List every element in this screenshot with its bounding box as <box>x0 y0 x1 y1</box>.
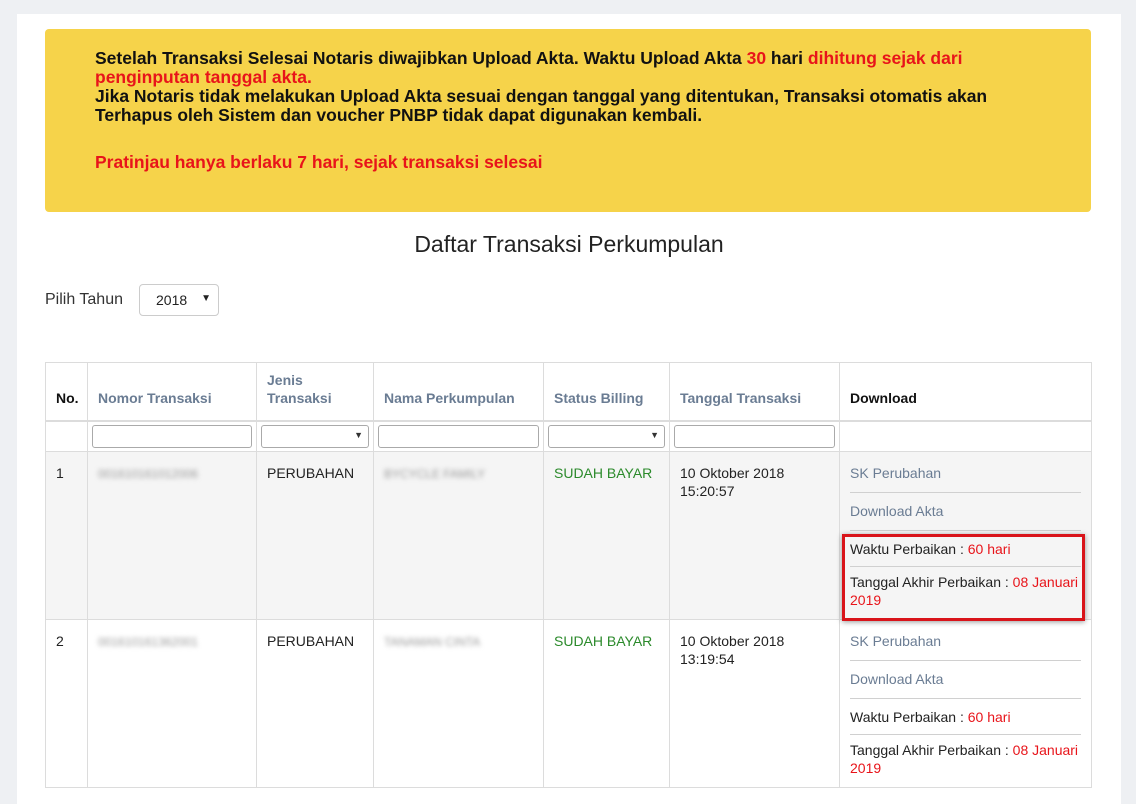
row-jam: 15:20:57 <box>680 483 735 499</box>
row-jenis: PERUBAHAN <box>256 619 374 788</box>
notice-days: 30 <box>746 48 767 68</box>
transactions-table: No. Nomor Transaksi Jenis Transaksi Nama… <box>45 362 1092 788</box>
waktu-perbaikan: Waktu Perbaikan : 60 hari <box>850 540 1081 567</box>
row-status: SUDAH BAYAR <box>543 451 670 620</box>
table-row: 2 001610161362001 PERUBAHAN TANAMAN CINT… <box>45 619 1092 788</box>
filter-nomor-input[interactable] <box>92 424 252 448</box>
row-status: SUDAH BAYAR <box>543 619 670 788</box>
caret-down-icon: ▼ <box>354 429 363 440</box>
header-tanggal-transaksi[interactable]: Tanggal Transaksi <box>669 362 840 422</box>
row-jenis: PERUBAHAN <box>256 451 374 620</box>
table-header-row: No. Nomor Transaksi Jenis Transaksi Nama… <box>45 362 1092 422</box>
filter-jenis-select[interactable]: ▼ <box>261 424 369 448</box>
tanggal-akhir-perbaikan: Tanggal Akhir Perbaikan : 08 Januari 201… <box>850 742 1079 776</box>
perbaikan-info: Waktu Perbaikan : 60 hari Tanggal Akhir … <box>850 708 1081 777</box>
header-jenis-transaksi[interactable]: Jenis Transaksi <box>256 362 374 422</box>
notice-text-1a: Setelah Transaksi Selesai Notaris diwaji… <box>95 48 747 68</box>
perbaikan-info: Waktu Perbaikan : 60 hari Tanggal Akhir … <box>842 534 1085 621</box>
filter-nama-input[interactable] <box>378 424 539 448</box>
row-download-cell: SK Perubahan Download Akta Waktu Perbaik… <box>839 451 1092 621</box>
notice-line-1: Setelah Transaksi Selesai Notaris diwaji… <box>95 49 1041 87</box>
page-title: Daftar Transaksi Perkumpulan <box>414 231 724 257</box>
header-nomor-transaksi[interactable]: Nomor Transaksi <box>87 362 257 422</box>
row-jam: 13:19:54 <box>680 651 735 667</box>
notice-line-3: Pratinjau hanya berlaku 7 hari, sejak tr… <box>95 152 543 172</box>
filter-tanggal-input[interactable] <box>674 424 835 448</box>
year-select-value: 2018 <box>156 292 188 308</box>
row-nama-perkumpulan: TANAMAN CINTA <box>384 635 481 649</box>
notice-banner: Setelah Transaksi Selesai Notaris diwaji… <box>45 29 1091 212</box>
row-nomor-transaksi: 001610161012006 <box>98 467 199 481</box>
download-akta-link[interactable]: Download Akta <box>850 670 1081 699</box>
filter-row: ▼ ▼ <box>45 420 1092 452</box>
header-status-billing[interactable]: Status Billing <box>543 362 670 422</box>
year-filter-label: Pilih Tahun <box>45 291 123 308</box>
header-nama-perkumpulan[interactable]: Nama Perkumpulan <box>373 362 544 422</box>
row-tanggal: 10 Oktober 2018 <box>680 465 785 481</box>
filter-status-select[interactable]: ▼ <box>548 424 665 448</box>
row-no: 2 <box>45 619 88 788</box>
header-no: No. <box>45 362 88 422</box>
sk-perubahan-link[interactable]: SK Perubahan <box>850 464 1081 493</box>
waktu-perbaikan: Waktu Perbaikan : 60 hari <box>850 708 1081 735</box>
notice-text-1b: hari <box>766 48 808 68</box>
year-select[interactable]: 2018 ▼ <box>139 284 219 316</box>
row-nomor-transaksi: 001610161362001 <box>98 635 199 649</box>
header-download: Download <box>839 362 1092 422</box>
sk-perubahan-link[interactable]: SK Perubahan <box>850 632 1081 661</box>
row-download-cell: SK Perubahan Download Akta Waktu Perbaik… <box>839 619 1092 788</box>
notice-line-2: Jika Notaris tidak melakukan Upload Akta… <box>95 86 988 125</box>
row-tanggal: 10 Oktober 2018 <box>680 633 785 649</box>
row-no: 1 <box>45 451 88 620</box>
caret-down-icon: ▼ <box>650 429 659 440</box>
caret-down-icon: ▼ <box>201 293 211 304</box>
download-akta-link[interactable]: Download Akta <box>850 502 1081 531</box>
row-nama-perkumpulan: BYCYCLE FAMILY <box>384 467 486 481</box>
main-panel: Setelah Transaksi Selesai Notaris diwaji… <box>17 14 1121 804</box>
table-row: 1 001610161012006 PERUBAHAN BYCYCLE FAMI… <box>45 451 1092 621</box>
tanggal-akhir-perbaikan: Tanggal Akhir Perbaikan : 08 Januari 201… <box>850 574 1079 608</box>
